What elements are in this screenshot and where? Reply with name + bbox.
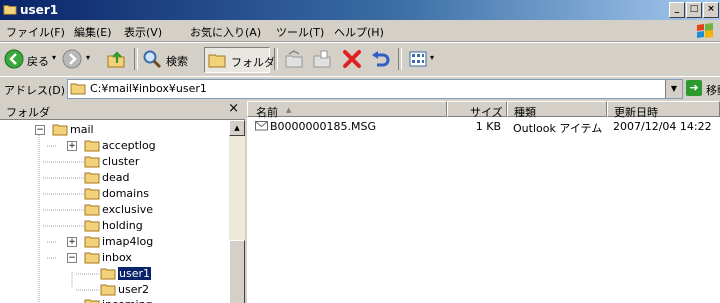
delete-button[interactable] [340, 47, 364, 71]
sort-ascending-icon: ▲ [286, 106, 292, 114]
folder-tree: − mail + acceptlog cluster dead domains … [0, 120, 228, 303]
column-header-size[interactable]: サイズ [447, 101, 507, 119]
copy-to-button[interactable] [310, 47, 334, 71]
column-header-name[interactable]: 名前 ▲ [247, 101, 447, 119]
address-label: アドレス(D) [4, 84, 66, 97]
folder-pane-header: フォルダ × [0, 101, 245, 120]
chevron-down-icon[interactable]: ▾ [86, 53, 90, 62]
menu-favorites[interactable]: お気に入り(A) [190, 24, 261, 40]
file-name: B0000000185.MSG [270, 120, 377, 133]
go-label: 移動 [706, 84, 720, 97]
column-label: 名前 [256, 106, 278, 119]
window-title: user1 [20, 3, 59, 17]
search-label: 検索 [166, 55, 188, 68]
column-label: 種類 [514, 106, 536, 119]
back-label: 戻る [27, 55, 49, 68]
folder-pane: フォルダ × − mail + acceptlog cluster dead d… [0, 101, 247, 303]
undo-icon [372, 51, 390, 67]
folder-pane-title: フォルダ [6, 106, 50, 119]
menu-file[interactable]: ファイル(F) [6, 24, 65, 40]
folders-button[interactable]: フォルダ [204, 47, 275, 73]
folder-icon [3, 5, 17, 15]
back-arrow-icon [4, 49, 24, 69]
file-row[interactable]: B0000000185.MSG 1 KB Outlook アイテム 2007/1… [247, 119, 720, 135]
file-list: 名前 ▲ サイズ 種類 更新日時 B0000000185.MSG 1 KB Ou… [247, 101, 720, 303]
undo-button[interactable] [368, 47, 392, 71]
explorer-window: user1 _ □ × ファイル(F) 編集(E) 表示(V) お気に入り(A)… [0, 0, 720, 303]
windows-logo-icon [697, 23, 713, 38]
mail-message-icon [255, 121, 268, 131]
file-modified: 2007/12/04 14:22 [613, 120, 712, 133]
folder-icon [70, 83, 86, 95]
go-button[interactable]: ➜ 移動 [686, 80, 720, 98]
title-bar[interactable]: user1 _ □ × [0, 0, 720, 20]
column-label: サイズ [470, 106, 503, 119]
chevron-down-icon[interactable]: ▾ [430, 53, 434, 62]
maximize-button[interactable]: □ [686, 2, 702, 18]
forward-arrow-icon [62, 49, 82, 69]
up-folder-icon [107, 51, 125, 68]
address-dropdown-button[interactable]: ▼ [665, 80, 682, 98]
folders-icon [208, 54, 226, 68]
views-button[interactable]: ▾ [406, 47, 440, 71]
column-label: 更新日時 [614, 106, 658, 119]
toolbar-separator [134, 48, 138, 70]
menu-bar: ファイル(F) 編集(E) 表示(V) お気に入り(A) ツール(T) ヘルプ(… [0, 20, 720, 42]
file-type: Outlook アイテム [513, 122, 603, 135]
menu-view[interactable]: 表示(V) [124, 24, 162, 40]
address-bar: アドレス(D) C:¥mail¥inbox¥user1 ▼ ➜ 移動 [0, 76, 720, 102]
minimize-button[interactable]: _ [669, 2, 685, 18]
menu-edit[interactable]: 編集(E) [74, 24, 112, 40]
forward-button[interactable]: ▾ [62, 47, 96, 71]
toolbar-separator [274, 48, 278, 70]
up-folder-button[interactable] [104, 47, 128, 71]
copy-to-folder-icon [313, 50, 331, 68]
toolbar: 戻る ▾ ▾ 検索 フォルダ ▾ [0, 42, 720, 77]
address-path: C:¥mail¥inbox¥user1 [90, 82, 207, 95]
delete-icon [343, 50, 361, 68]
search-icon [143, 50, 162, 69]
back-button[interactable]: 戻る ▾ [4, 47, 58, 71]
column-header-type[interactable]: 種類 [507, 101, 607, 119]
scroll-thumb[interactable] [229, 240, 245, 303]
column-header-modified[interactable]: 更新日時 [607, 101, 720, 119]
search-button[interactable]: 検索 [142, 47, 200, 71]
menu-help[interactable]: ヘルプ(H) [334, 24, 384, 40]
move-to-button[interactable] [282, 47, 306, 71]
folders-label: フォルダ [231, 56, 275, 69]
chevron-down-icon[interactable]: ▾ [52, 53, 56, 62]
file-size: 1 KB [475, 120, 501, 133]
close-icon[interactable]: × [228, 102, 239, 116]
tree-guide-lines [38, 135, 100, 303]
move-to-folder-icon [285, 50, 303, 68]
close-button[interactable]: × [703, 2, 719, 18]
views-icon [409, 51, 427, 67]
folder-pane-scrollbar[interactable]: ▲ [229, 120, 245, 303]
toolbar-separator [398, 48, 402, 70]
menu-tools[interactable]: ツール(T) [276, 24, 324, 40]
go-arrow-icon: ➜ [686, 80, 702, 96]
address-input[interactable]: C:¥mail¥inbox¥user1 ▼ [67, 79, 683, 99]
scroll-up-button[interactable]: ▲ [229, 120, 245, 136]
